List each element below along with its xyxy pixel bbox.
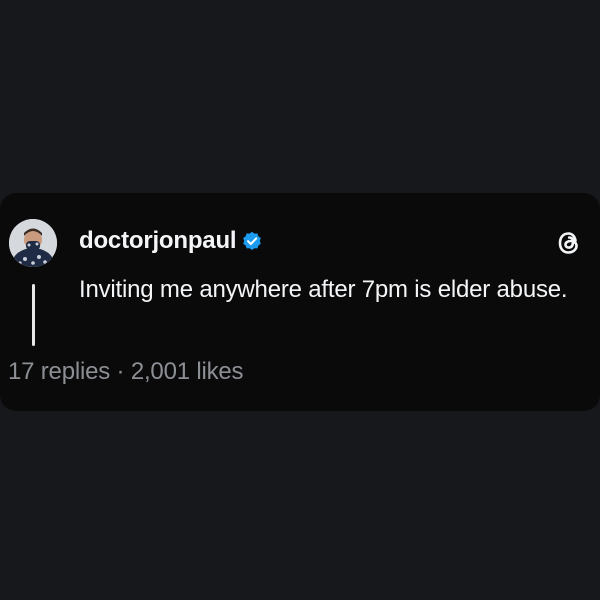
verified-badge-icon: [243, 231, 262, 250]
replies-count[interactable]: 17 replies: [8, 358, 110, 385]
stats-separator: ·: [116, 358, 125, 385]
username-row: doctorjonpaul: [79, 226, 262, 256]
thread-line: [32, 284, 35, 346]
username[interactable]: doctorjonpaul: [79, 227, 237, 255]
likes-count[interactable]: 2,001 likes: [131, 358, 244, 385]
post-text: Inviting me anywhere after 7pm is elder …: [79, 276, 568, 303]
avatar[interactable]: [9, 219, 57, 267]
threads-logo-icon[interactable]: [554, 228, 584, 258]
threads-post-card: doctorjonpaul Inviting me anywhere after…: [0, 193, 600, 411]
avatar-image: [9, 219, 57, 267]
post-stats: 17 replies · 2,001 likes: [8, 356, 244, 388]
